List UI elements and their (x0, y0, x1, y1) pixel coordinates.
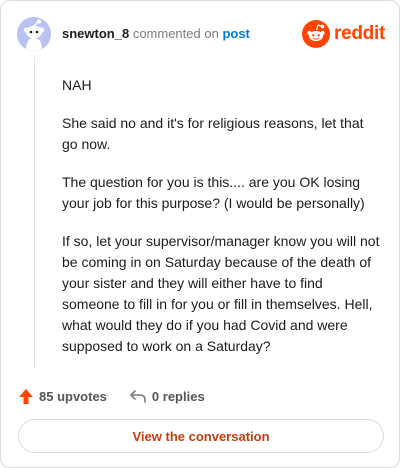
reddit-wordmark: reddit (334, 23, 385, 44)
username-link[interactable]: snewton_8 (62, 26, 129, 41)
replies-stat[interactable]: 0 replies (129, 388, 205, 404)
comment-footer: 85 upvotes 0 replies (18, 385, 205, 407)
comment-paragraph: She said no and it's for religious reaso… (62, 115, 364, 152)
thread-line (34, 57, 35, 369)
replies-count: 0 replies (151, 388, 205, 404)
reply-arrow-icon (130, 390, 146, 403)
view-conversation-button[interactable]: View the conversation (18, 419, 384, 453)
upvotes-count: 85 upvotes (39, 388, 107, 404)
comment-card: snewton_8 commented on post reddit NAH S… (0, 0, 400, 468)
reddit-logo-icon (302, 20, 331, 48)
comment-paragraph: NAH (62, 77, 92, 93)
upvotes-stat[interactable]: 85 upvotes (18, 388, 107, 405)
upvote-arrow-icon (19, 388, 33, 404)
comment-byline: snewton_8 commented on post (62, 26, 250, 42)
comment-paragraph: If so, let your supervisor/manager know … (62, 233, 380, 354)
snoo-avatar-icon[interactable] (17, 17, 51, 51)
comment-header: snewton_8 commented on post reddit (17, 17, 385, 51)
reddit-logo[interactable]: reddit (302, 20, 385, 48)
commented-on-text: commented on (132, 26, 219, 41)
post-link[interactable]: post (222, 26, 249, 41)
comment-paragraph: The question for you is this.... are you… (62, 174, 365, 211)
comment-body: NAH She said no and it's for religious r… (62, 75, 380, 374)
